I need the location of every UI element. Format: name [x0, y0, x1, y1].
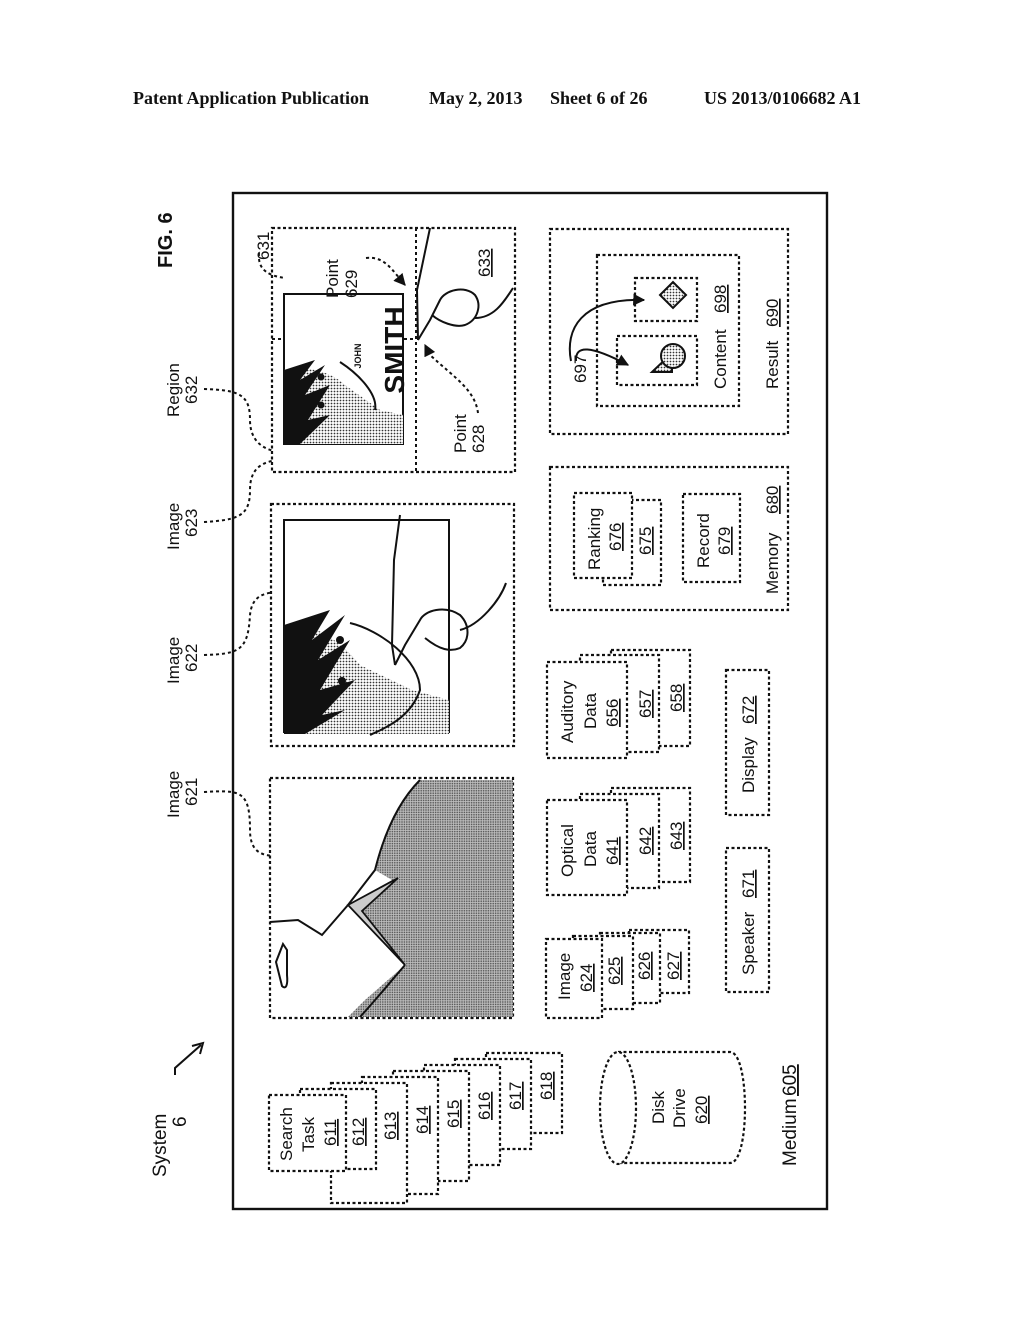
svg-text:616: 616: [475, 1092, 494, 1120]
ref-697: 697: [571, 355, 590, 383]
svg-text:614: 614: [413, 1106, 432, 1134]
svg-text:625: 625: [605, 957, 624, 985]
svg-text:671: 671: [739, 870, 758, 898]
medium-label: Medium 605: [780, 1064, 801, 1166]
callout-image-622: Image 622: [164, 591, 283, 684]
svg-text:617: 617: [506, 1082, 525, 1110]
svg-text:679: 679: [715, 527, 734, 555]
svg-text:Memory: Memory: [763, 532, 782, 594]
svg-text:631: 631: [254, 232, 273, 260]
callout-image-623: Image 623: [164, 459, 279, 550]
svg-text:612: 612: [349, 1118, 368, 1146]
svg-text:621: 621: [182, 778, 201, 806]
system-label: System 6: [150, 1041, 205, 1177]
svg-text:676: 676: [606, 523, 625, 551]
svg-text:Drive: Drive: [670, 1088, 689, 1128]
svg-text:672: 672: [739, 696, 758, 724]
svg-text:Image: Image: [555, 953, 574, 1000]
display-672: Display 672: [724, 668, 771, 817]
memory-680: 675 Ranking 676 Record 679 Memory 680: [548, 465, 790, 612]
svg-text:615: 615: [444, 1100, 463, 1128]
svg-text:Display: Display: [739, 737, 758, 793]
svg-text:632: 632: [182, 376, 201, 404]
svg-text:Disk: Disk: [649, 1090, 668, 1124]
svg-text:675: 675: [636, 527, 655, 555]
svg-text:642: 642: [636, 827, 655, 855]
svg-text:680: 680: [763, 486, 782, 514]
callout-region-632: Region 632: [164, 363, 281, 453]
auditory-data-stack: 658 657 Auditory Data 656: [545, 648, 692, 760]
svg-text:613: 613: [381, 1112, 400, 1140]
figure-6-diagram: FIG. 6 System 6 Medium 605 Image 621 Ima…: [150, 191, 829, 1211]
svg-text:628: 628: [469, 425, 488, 453]
svg-text:Record: Record: [694, 513, 713, 568]
svg-text:627: 627: [664, 952, 683, 980]
result-690: 697 Content 698 Result 690: [548, 227, 790, 436]
svg-text:Medium: Medium: [780, 1098, 801, 1166]
svg-text:605: 605: [780, 1064, 801, 1096]
ref-633: 633: [475, 249, 494, 277]
svg-text:System: System: [150, 1114, 171, 1177]
figure-title: FIG. 6: [155, 212, 177, 268]
svg-text:Auditory: Auditory: [558, 680, 577, 743]
svg-text:Data: Data: [581, 831, 600, 867]
svg-text:Content: Content: [711, 329, 730, 389]
optical-data-stack: 643 642 Optical Data 641: [545, 786, 692, 897]
svg-text:624: 624: [577, 964, 596, 992]
svg-text:Speaker: Speaker: [739, 911, 758, 975]
disk-drive-620: Disk Drive 620: [598, 1050, 747, 1166]
svg-text:Point: Point: [451, 414, 470, 453]
svg-text:Ranking: Ranking: [585, 508, 604, 570]
svg-text:690: 690: [763, 299, 782, 327]
svg-text:Optical: Optical: [558, 824, 577, 877]
svg-text:618: 618: [537, 1072, 556, 1100]
svg-text:Image: Image: [164, 503, 183, 550]
svg-text:Image: Image: [164, 637, 183, 684]
name-card-last-name: SMITH: [379, 306, 410, 393]
svg-text:657: 657: [636, 690, 655, 718]
system-arrow-line: [174, 1044, 202, 1075]
svg-text:622: 622: [182, 644, 201, 672]
name-card-first-name: JOHN: [353, 343, 363, 368]
image-stack-624: 627 626 625 Image 624: [544, 928, 691, 1020]
svg-text:Point: Point: [323, 259, 342, 298]
svg-text:Result: Result: [763, 341, 782, 389]
svg-text:623: 623: [182, 509, 201, 537]
svg-text:620: 620: [692, 1096, 711, 1124]
svg-text:6: 6: [170, 1116, 191, 1127]
svg-text:658: 658: [667, 684, 686, 712]
svg-text:629: 629: [342, 270, 361, 298]
speaker-671: Speaker 671: [724, 846, 771, 994]
svg-text:Task: Task: [299, 1117, 318, 1152]
image-621: [268, 776, 515, 1020]
svg-text:643: 643: [667, 822, 686, 850]
svg-text:626: 626: [635, 952, 654, 980]
svg-text:611: 611: [321, 1119, 340, 1146]
callout-image-621: Image 621: [164, 771, 281, 857]
svg-text:698: 698: [711, 285, 730, 313]
svg-text:Image: Image: [164, 771, 183, 818]
circle-shape: [660, 343, 686, 369]
image-622: [269, 502, 516, 748]
search-task-stack: 618 617 616 615 614 613 612 Search Task …: [267, 1051, 564, 1205]
svg-text:Region: Region: [164, 363, 183, 417]
svg-text:656: 656: [603, 699, 622, 727]
svg-text:641: 641: [603, 837, 622, 865]
svg-text:Search: Search: [277, 1107, 296, 1161]
svg-text:Data: Data: [581, 693, 600, 729]
